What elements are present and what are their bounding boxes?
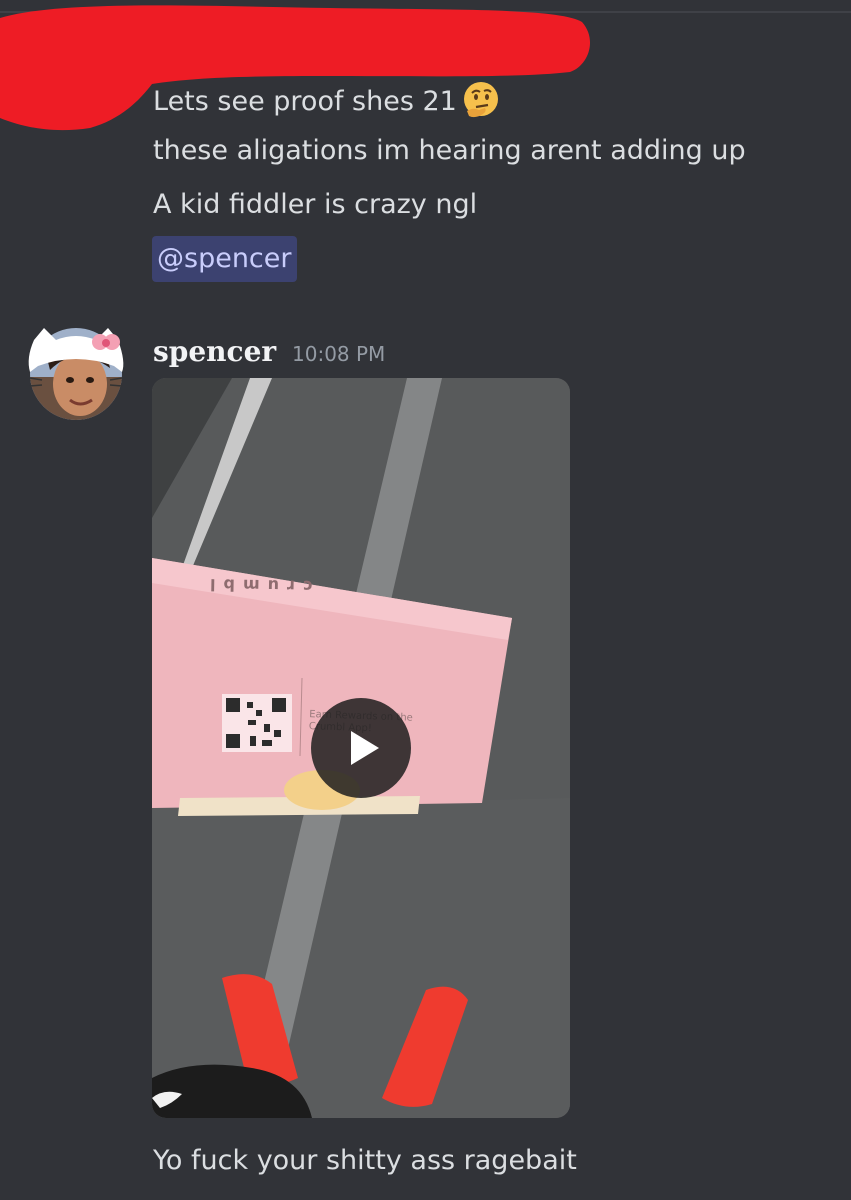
timestamp: 10:08 PM	[292, 342, 386, 366]
avatar[interactable]	[26, 322, 126, 422]
box-brand-text: crumbl	[201, 575, 313, 596]
message-text: Lets see proof shes 21	[153, 86, 457, 117]
user-mention[interactable]: @spencer	[152, 236, 297, 282]
message-line-2: these aligations im hearing arent adding…	[153, 135, 746, 166]
thinking-face-icon	[463, 82, 498, 118]
play-icon	[351, 731, 379, 765]
message-line-1: Lets see proof shes 21	[153, 80, 501, 120]
reply-message-text: Yo fuck your shitty ass ragebait	[153, 1145, 577, 1176]
play-button[interactable]	[311, 698, 411, 798]
video-attachment[interactable]: crumbl Earn Rewards on the Crumbl App!	[152, 378, 570, 1118]
message-line-3: A kid fiddler is crazy ngl	[153, 189, 478, 220]
username[interactable]: spencer	[153, 334, 276, 370]
